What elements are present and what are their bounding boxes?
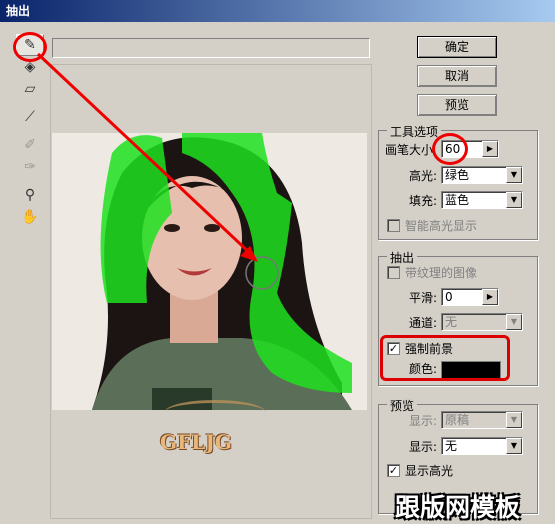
site-watermark: 跟版网模板: [395, 493, 521, 522]
annotation-arrow: [36, 52, 258, 262]
